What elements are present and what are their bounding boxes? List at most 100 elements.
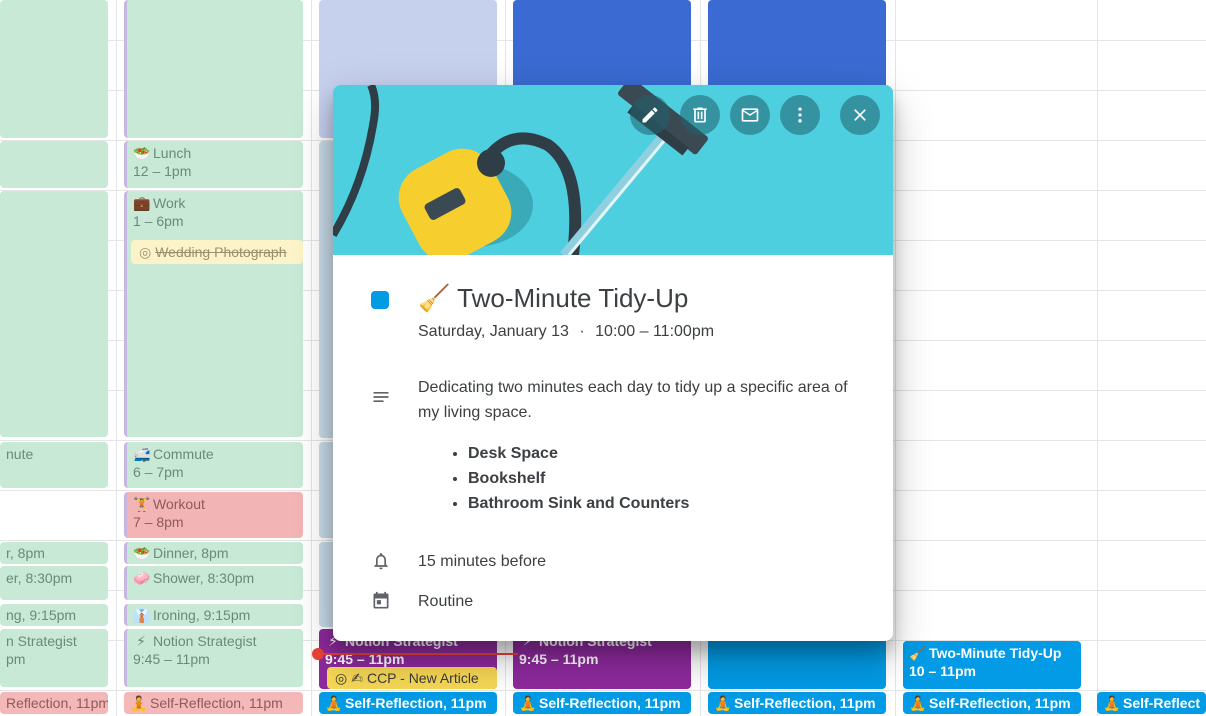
lightning-icon: ⚡: [136, 633, 146, 649]
hour-line: [0, 690, 1206, 691]
current-time-line: [318, 653, 518, 655]
event-self-reflection[interactable]: 🧘 Self-Reflection, 11pm: [124, 692, 303, 714]
delete-icon: [693, 107, 707, 123]
event-block[interactable]: [0, 0, 108, 138]
dumbbell-icon: 🏋: [133, 496, 151, 512]
day-divider: [116, 0, 117, 716]
meditation-icon: 🧘: [909, 695, 927, 711]
email-guests-button[interactable]: [730, 95, 770, 135]
event-reminder: 15 minutes before: [418, 553, 547, 570]
event-title: Self-Reflect: [1123, 695, 1201, 711]
shirt-icon: 👔: [133, 607, 151, 623]
event-color-swatch: [371, 291, 389, 309]
event-self-reflection[interactable]: 🧘 Self-Reflection, 11pm: [708, 692, 886, 714]
event-lunch[interactable]: 🥗 Lunch 12 – 1pm: [124, 141, 303, 188]
event-commute[interactable]: 🚅 Commute 6 – 7pm: [124, 442, 303, 488]
event-title: Ironing: [153, 607, 196, 623]
meditation-icon: 🧘: [1103, 695, 1121, 711]
event-shower[interactable]: er, 8:30pm: [0, 566, 108, 600]
task-chip-wedding[interactable]: ◎ Wedding Photograph: [131, 240, 303, 264]
event-time: , 8pm: [193, 545, 229, 561]
event-title: Reflection, 11pm: [6, 695, 108, 711]
edit-button[interactable]: [630, 95, 670, 135]
event-ironing[interactable]: 👔 Ironing, 9:15pm: [124, 604, 303, 626]
task-chip-ccp[interactable]: ◎ ✍ CCP - New Article: [327, 667, 497, 689]
event-title: 🧹 Two-Minute Tidy-Up: [418, 281, 688, 315]
more-options-icon: [798, 107, 802, 123]
event-notion[interactable]: ⚡ Notion Strategist 9:45 – 11pm: [124, 629, 303, 687]
event-title: Dinner: [153, 545, 194, 561]
event-title: Notion Strategist: [153, 633, 257, 649]
task-title: CCP - New Article: [366, 670, 479, 686]
briefcase-icon: 💼: [133, 195, 151, 211]
event-title: Workout: [153, 496, 205, 512]
task-title: Wedding Photograph: [155, 244, 287, 260]
event-self-reflection[interactable]: 🧘 Self-Reflect: [1097, 692, 1206, 714]
event-self-reflection[interactable]: Reflection, 11pm: [0, 692, 108, 714]
meditation-icon: 🧘: [325, 695, 343, 711]
event-ironing[interactable]: ng, 9:15pm: [0, 604, 108, 626]
list-item: Desk Space: [468, 441, 689, 466]
event-time: 9:45 – 11pm: [133, 651, 210, 667]
event-title: Work: [153, 195, 186, 211]
event-title: Self-Reflection, 11pm: [539, 695, 681, 711]
event-title: Self-Reflection, 11pm: [734, 695, 876, 711]
event-self-reflection[interactable]: 🧘 Self-Reflection, 11pm: [319, 692, 497, 714]
event-title: Commute: [153, 446, 214, 462]
event-dinner[interactable]: r, 8pm: [0, 542, 108, 564]
delete-button[interactable]: [680, 95, 720, 135]
meditation-icon: 🧘: [519, 695, 537, 711]
event-shower[interactable]: 🧼 Shower, 8:30pm: [124, 566, 303, 600]
event-title: n Strategist: [6, 633, 77, 649]
event-block[interactable]: [0, 141, 108, 188]
event-title: Lunch: [153, 145, 192, 161]
event-time: , 9:15pm: [195, 607, 251, 623]
event-time: 1 – 6pm: [133, 213, 184, 229]
edit-icon: [642, 107, 658, 123]
event-tidy-up[interactable]: 🧹 Two-Minute Tidy-Up 10 – 11pm: [903, 641, 1081, 689]
broom-icon: 🧹: [909, 645, 927, 661]
event-title: ng, 9:15pm: [6, 607, 77, 623]
event-title: Self-Reflection, 11pm: [929, 695, 1071, 711]
list-item: Bookshelf: [468, 466, 689, 491]
event-time: 10 – 11pm: [909, 663, 976, 679]
datetime-separator: ·: [579, 323, 585, 340]
event-time: 9:45 – 11pm: [519, 651, 599, 667]
salad-icon: 🥗: [133, 545, 151, 561]
more-options-button[interactable]: [780, 95, 820, 135]
event-datetime: Saturday, January 13 · 10:00 – 11:00pm: [418, 321, 714, 343]
close-icon: [854, 109, 866, 121]
event-commute[interactable]: nute: [0, 442, 108, 488]
check-circle-icon: ◎: [139, 244, 152, 260]
shower-icon: 🧼: [133, 570, 151, 586]
event-block[interactable]: [708, 0, 886, 90]
event-time: 6 – 7pm: [133, 464, 184, 480]
description-list: Desk Space Bookshelf Bathroom Sink and C…: [418, 441, 689, 516]
event-title: Self-Reflection, 11pm: [150, 695, 283, 711]
event-time: 7 – 8pm: [133, 514, 184, 530]
event-calendar-name: Routine: [418, 593, 474, 610]
event-description: Dedicating two minutes each day to tidy …: [418, 379, 848, 421]
event-self-reflection[interactable]: 🧘 Self-Reflection, 11pm: [513, 692, 691, 714]
event-date: Saturday, January 13: [418, 323, 569, 340]
event-block[interactable]: [0, 191, 108, 437]
event-block[interactable]: [124, 0, 303, 138]
event-title: er, 8:30pm: [6, 570, 73, 586]
event-self-reflection[interactable]: 🧘 Self-Reflection, 11pm: [903, 692, 1081, 714]
close-button[interactable]: [840, 95, 880, 135]
bell-icon: [371, 551, 391, 576]
email-icon: [741, 108, 759, 122]
day-divider: [1097, 0, 1098, 716]
event-workout[interactable]: 🏋 Workout 7 – 8pm: [124, 492, 303, 538]
event-time: 12 – 1pm: [133, 163, 192, 179]
event-time: pm: [6, 651, 26, 667]
list-item: Bathroom Sink and Counters: [468, 491, 689, 516]
event-dinner[interactable]: 🥗 Dinner, 8pm: [124, 542, 303, 564]
event-block[interactable]: [513, 0, 691, 90]
meditation-icon: 🧘: [714, 695, 732, 711]
lunch-icon: 🥗: [133, 145, 151, 161]
event-notion[interactable]: n Strategist pm: [0, 629, 108, 687]
broom-icon: 🧹: [418, 283, 451, 313]
train-icon: 🚅: [133, 446, 151, 462]
event-work[interactable]: 💼 Work 1 – 6pm: [124, 191, 303, 437]
